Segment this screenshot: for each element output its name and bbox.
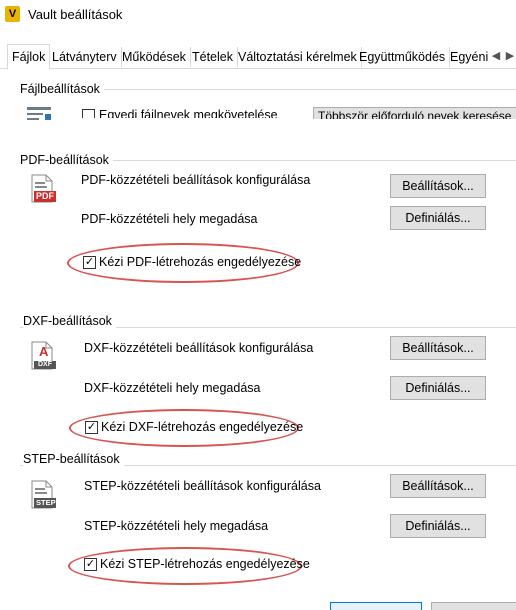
pdf-configure-label: PDF-közzétételi beállítások konfigurálás… [81, 173, 311, 187]
dxf-manual-label[interactable]: Kézi DXF-létrehozás engedélyezése [101, 420, 303, 434]
vault-app-icon: V [5, 6, 20, 22]
dxf-location-label: DXF-közzétételi hely megadása [84, 381, 261, 395]
tab-scroll-right-icon[interactable]: ▶ [503, 47, 516, 65]
dxf-file-icon: A DXF [30, 341, 56, 370]
dxf-manual-checkbox[interactable]: ✓ [85, 421, 98, 434]
unique-names-label: Egyedi fájlnevek megkövetelése [99, 108, 278, 118]
step-configure-label: STEP-közzétételi beállítások konfigurálá… [84, 479, 321, 493]
pdf-manual-label[interactable]: Kézi PDF-létrehozás engedélyezése [99, 255, 301, 269]
tab-items[interactable]: Tételek [188, 47, 238, 67]
step-manual-label[interactable]: Kézi STEP-létrehozás engedélyezése [100, 557, 310, 571]
tab-strip-line [0, 68, 516, 69]
pdf-define-button[interactable]: Definiálás... [390, 206, 486, 230]
tab-change-orders[interactable]: Változtatási kérelmek [234, 47, 362, 67]
step-define-button[interactable]: Definiálás... [390, 514, 486, 538]
duplicates-button-clipped[interactable]: Többször előforduló nevek keresése [313, 107, 516, 119]
unique-names-checkbox[interactable] [82, 109, 95, 118]
pdf-group-label: PDF-beállítások [20, 153, 113, 167]
window-title: Vault beállítások [28, 7, 123, 22]
dxf-define-button[interactable]: Definiálás... [390, 376, 486, 400]
file-settings-icon [26, 105, 54, 127]
pdf-manual-checkbox[interactable]: ✓ [83, 256, 96, 269]
step-manual-checkbox[interactable]: ✓ [84, 558, 97, 571]
dxf-icon-text: DXF [38, 361, 52, 368]
step-location-label: STEP-közzétételi hely megadása [84, 519, 269, 533]
unique-names-row-clipped: Egyedi fájlnevek megkövetelése [80, 106, 280, 118]
pdf-file-icon: PDF [30, 174, 56, 203]
dxf-configure-label: DXF-közzétételi beállítások konfigurálás… [84, 341, 314, 355]
step-icon-text: STEP [36, 498, 56, 507]
tab-custom[interactable]: Egyéni [446, 47, 492, 67]
pdf-location-label: PDF-közzétételi hely megadása [81, 212, 258, 226]
duplicates-button-label: Többször előforduló nevek keresése [318, 109, 512, 119]
dxf-settings-button[interactable]: Beállítások... [390, 336, 486, 360]
step-settings-button[interactable]: Beállítások... [390, 474, 486, 498]
tab-scroll-left-icon[interactable]: ◀ [489, 47, 503, 65]
step-file-icon: STEP [30, 480, 56, 509]
dxf-group-label: DXF-beállítások [23, 314, 116, 328]
tab-files[interactable]: Fájlok [7, 44, 51, 70]
tab-visualization[interactable]: Látványterv [48, 47, 122, 67]
pdf-settings-button[interactable]: Beállítások... [390, 174, 486, 198]
pdf-icon-text: PDF [36, 191, 54, 201]
file-settings-group-label: Fájlbeállítások [20, 82, 104, 96]
tab-collaboration[interactable]: Együttműködés [355, 47, 451, 67]
dxf-icon-letter: A [39, 344, 49, 359]
tab-behaviors[interactable]: Működések [118, 47, 191, 67]
step-group-label: STEP-beállítások [23, 452, 124, 466]
